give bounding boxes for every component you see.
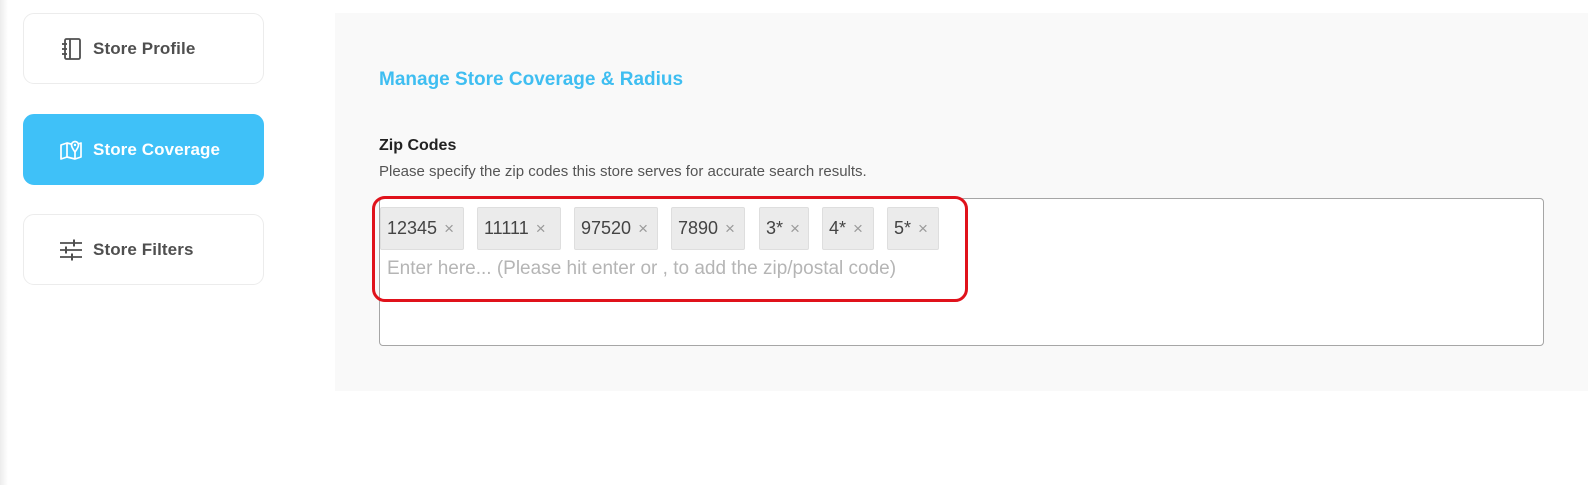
window-edge [0,0,8,485]
zip-tag-list: 12345 × 11111 × 97520 × 7890 × 3* × 4* × [380,207,980,250]
page-title: Manage Store Coverage & Radius [379,69,684,90]
coverage-panel: Manage Store Coverage & Radius Zip Codes… [335,13,1588,391]
remove-tag-icon[interactable]: × [790,219,800,239]
zip-tag: 12345 × [380,207,464,250]
zip-tag-text: 3* [766,218,784,238]
zip-codes-tag-input[interactable]: 12345 × 11111 × 97520 × 7890 × 3* × 4* × [379,198,1544,346]
zip-tag-text: 12345 [387,218,438,238]
sidebar-item-label: Store Profile [93,38,196,58]
zip-tag: 3* × [759,207,809,250]
sidebar-item-store-coverage[interactable]: Store Coverage [23,114,264,185]
sliders-icon [58,237,84,263]
notebook-icon [58,36,84,62]
map-pin-icon [58,137,84,163]
zip-tag-text: 4* [829,218,847,238]
zip-tag: 11111 × [477,207,561,250]
zip-codes-label: Zip Codes [379,137,457,154]
zip-tag-text: 7890 [678,218,719,238]
zip-tag-text: 5* [894,218,912,238]
zip-tag: 4* × [822,207,874,250]
sidebar-item-label: Store Filters [93,239,194,259]
remove-tag-icon[interactable]: × [853,219,863,239]
zip-tag: 97520 × [574,207,658,250]
remove-tag-icon[interactable]: × [444,219,454,239]
sidebar-item-store-profile[interactable]: Store Profile [23,13,264,84]
sidebar-item-store-filters[interactable]: Store Filters [23,214,264,285]
zip-tag: 7890 × [671,207,745,250]
zip-tag-text: 11111 [484,218,529,238]
zip-codes-help: Please specify the zip codes this store … [379,163,867,180]
zip-tag-text: 97520 [581,218,632,238]
remove-tag-icon[interactable]: × [918,219,928,239]
sidebar-item-label: Store Coverage [93,139,221,159]
remove-tag-icon[interactable]: × [725,219,735,239]
zip-tag: 5* × [887,207,939,250]
zip-code-entry-input[interactable] [387,254,967,284]
remove-tag-icon[interactable]: × [638,219,648,239]
remove-tag-icon[interactable]: × [536,219,546,239]
